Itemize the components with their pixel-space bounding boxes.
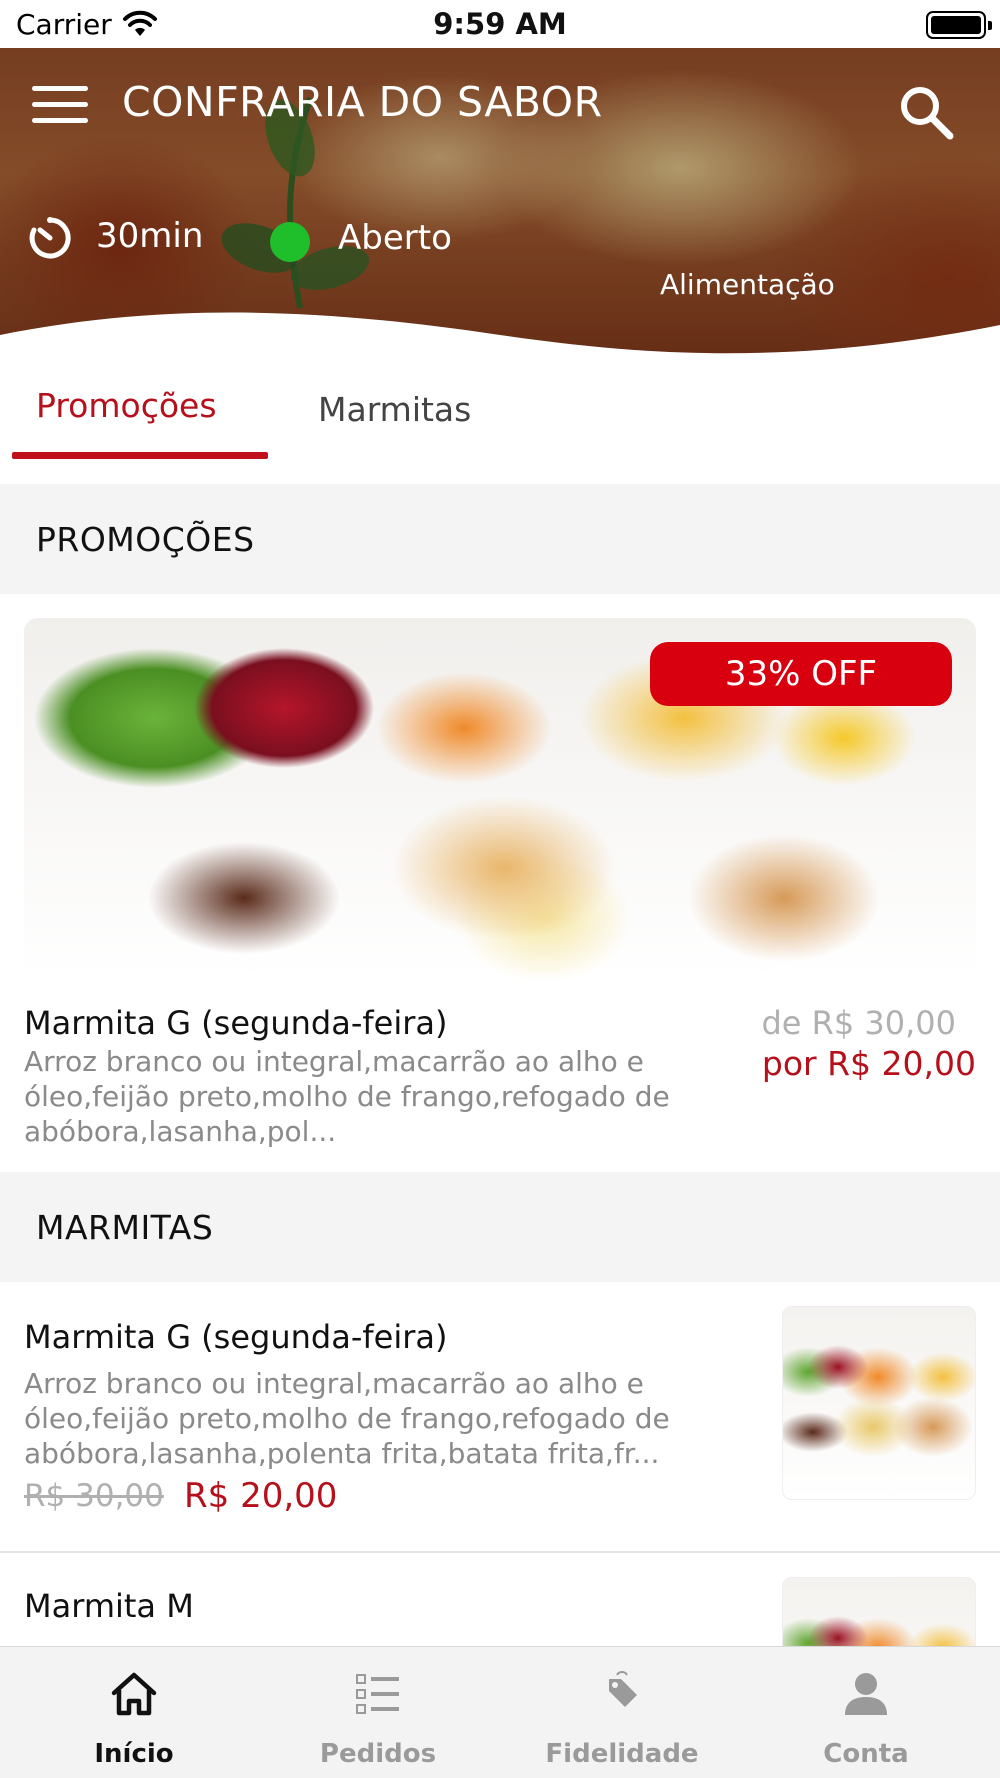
product-title: Marmita M: [24, 1587, 194, 1625]
promo-new-price: por R$ 20,00: [761, 1044, 976, 1083]
category-tabs: Promoções Marmitas: [0, 364, 1000, 484]
section-title: MARMITAS: [36, 1208, 214, 1247]
delivery-time: 30min: [96, 216, 204, 256]
nav-inicio[interactable]: Início: [9, 1647, 259, 1778]
promo-product-description: Arroz branco ou integral,macarrão ao alh…: [24, 1045, 670, 1148]
timer-icon: [29, 217, 71, 259]
tab-marmitas[interactable]: Marmitas: [318, 390, 471, 429]
status-bar: Carrier 9:59 AM: [0, 0, 1000, 48]
tab-promocoes[interactable]: Promoções: [36, 386, 217, 425]
product-old-price: R$ 30,00: [24, 1478, 164, 1514]
active-tab-indicator: [12, 452, 268, 459]
restaurant-header: CONFRARIA DO SABOR 30min Aberto Alimenta…: [0, 48, 1000, 364]
home-icon: [111, 1672, 157, 1716]
product-price: R$ 20,00: [184, 1476, 338, 1516]
nav-label: Fidelidade: [545, 1739, 699, 1769]
battery-icon: [926, 11, 992, 39]
discount-badge: 33% OFF: [650, 642, 952, 706]
checklist-icon: [356, 1674, 399, 1714]
restaurant-category: Alimentação: [660, 268, 835, 301]
menu-bar: [32, 118, 88, 123]
menu-button[interactable]: [32, 86, 88, 126]
nav-label: Início: [94, 1739, 174, 1769]
menu-bar: [32, 86, 88, 91]
product-thumbnail: [782, 1306, 976, 1500]
open-status-indicator: [270, 222, 310, 262]
nav-conta[interactable]: Conta: [741, 1647, 991, 1778]
promo-old-price: de R$ 30,00: [761, 1004, 956, 1042]
section-header-marmitas: MARMITAS: [0, 1172, 1000, 1282]
nav-fidelidade[interactable]: Fidelidade: [497, 1647, 747, 1778]
product-description: Arroz branco ou integral,macarrão ao alh…: [24, 1367, 670, 1470]
product-thumbnail: [782, 1577, 976, 1646]
product-title: Marmita G (segunda-feira): [24, 1318, 448, 1356]
nav-label: Conta: [823, 1739, 909, 1769]
menu-bar: [32, 102, 88, 107]
bottom-navigation: Início Pedidos Fidelidade Conta: [0, 1646, 1000, 1778]
section-header-promocoes: PROMOÇÕES: [0, 484, 1000, 594]
product-row[interactable]: Marmita G (segunda-feira) Arroz branco o…: [0, 1282, 1000, 1552]
nav-pedidos[interactable]: Pedidos: [253, 1647, 503, 1778]
person-icon: [845, 1673, 887, 1715]
search-icon[interactable]: [896, 82, 956, 142]
open-status-label: Aberto: [338, 218, 452, 258]
tag-icon: [609, 1671, 637, 1707]
nav-label: Pedidos: [319, 1739, 437, 1769]
restaurant-name: CONFRARIA DO SABOR: [122, 78, 603, 126]
clock: 9:59 AM: [433, 7, 567, 41]
product-row[interactable]: Marmita M: [0, 1553, 1000, 1646]
header-wave: [0, 312, 1000, 364]
section-title: PROMOÇÕES: [36, 520, 255, 559]
promo-product-title[interactable]: Marmita G (segunda-feira): [24, 1004, 447, 1042]
